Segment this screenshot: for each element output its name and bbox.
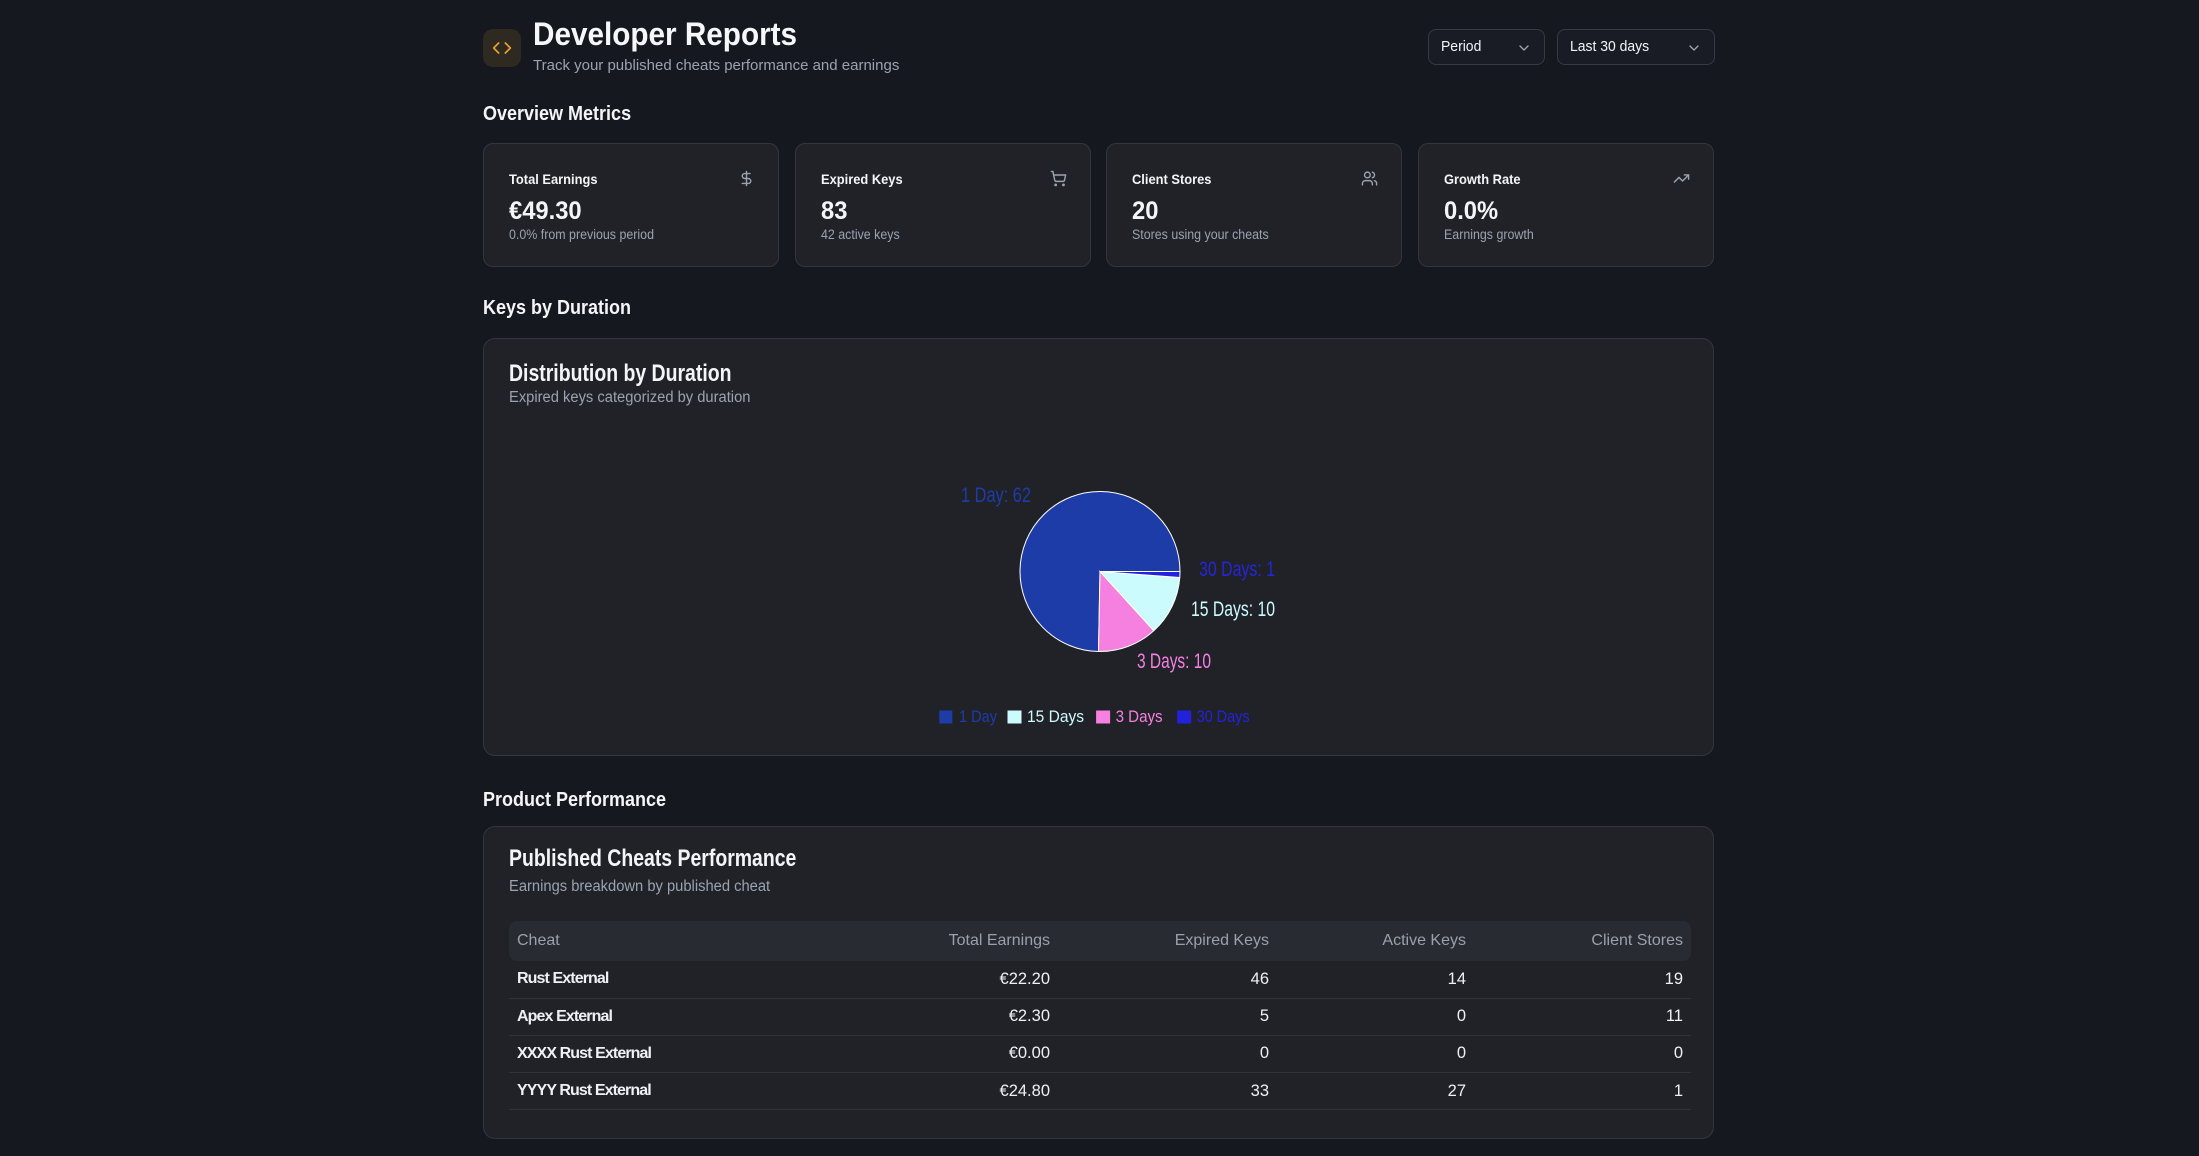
svg-text:30 Days: 1: 30 Days: 1 [1199,558,1275,581]
svg-text:1 Day: 62: 1 Day: 62 [961,484,1031,507]
svg-text:15 Days: 10: 15 Days: 10 [1191,598,1275,621]
svg-text:1 Day: 1 Day [959,707,997,726]
svg-text:15 Days: 15 Days [1027,707,1084,726]
svg-text:30 Days: 30 Days [1197,707,1250,726]
svg-text:3 Days: 10: 3 Days: 10 [1137,650,1211,673]
svg-text:3 Days: 3 Days [1116,707,1163,726]
